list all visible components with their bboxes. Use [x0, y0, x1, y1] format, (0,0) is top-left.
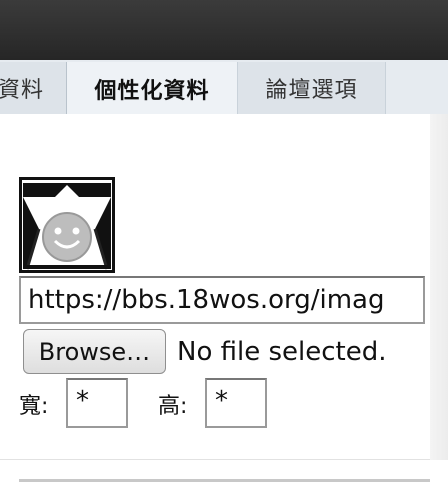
tab-forum-options[interactable]: 論壇選項	[238, 62, 386, 114]
height-input[interactable]: *	[205, 378, 267, 428]
section-divider	[0, 459, 430, 460]
avatar-url-value: https://bbs.18wos.org/imag	[28, 285, 385, 315]
width-input[interactable]: *	[66, 378, 128, 428]
tab-label: 資料	[0, 78, 44, 103]
tab-label: 個性化資料	[94, 78, 210, 104]
height-value: *	[215, 386, 228, 416]
width-value: *	[76, 386, 89, 416]
height-label: 高:	[158, 394, 188, 419]
file-status-text: No file selected.	[177, 337, 387, 367]
tab-profile-info[interactable]: 資料	[0, 62, 67, 114]
scroll-area-edge	[430, 114, 448, 460]
browse-button[interactable]: Browse…	[23, 329, 166, 374]
smiley-face-avatar-icon	[18, 176, 116, 274]
tab-label: 論壇選項	[265, 78, 358, 103]
avatar	[18, 176, 116, 274]
avatar-url-input[interactable]: https://bbs.18wos.org/imag	[19, 276, 425, 324]
top-header-bar	[0, 0, 448, 60]
tab-personalization[interactable]: 個性化資料	[67, 62, 238, 115]
width-label: 寬:	[19, 394, 49, 419]
tab-strip-filler	[386, 62, 448, 114]
